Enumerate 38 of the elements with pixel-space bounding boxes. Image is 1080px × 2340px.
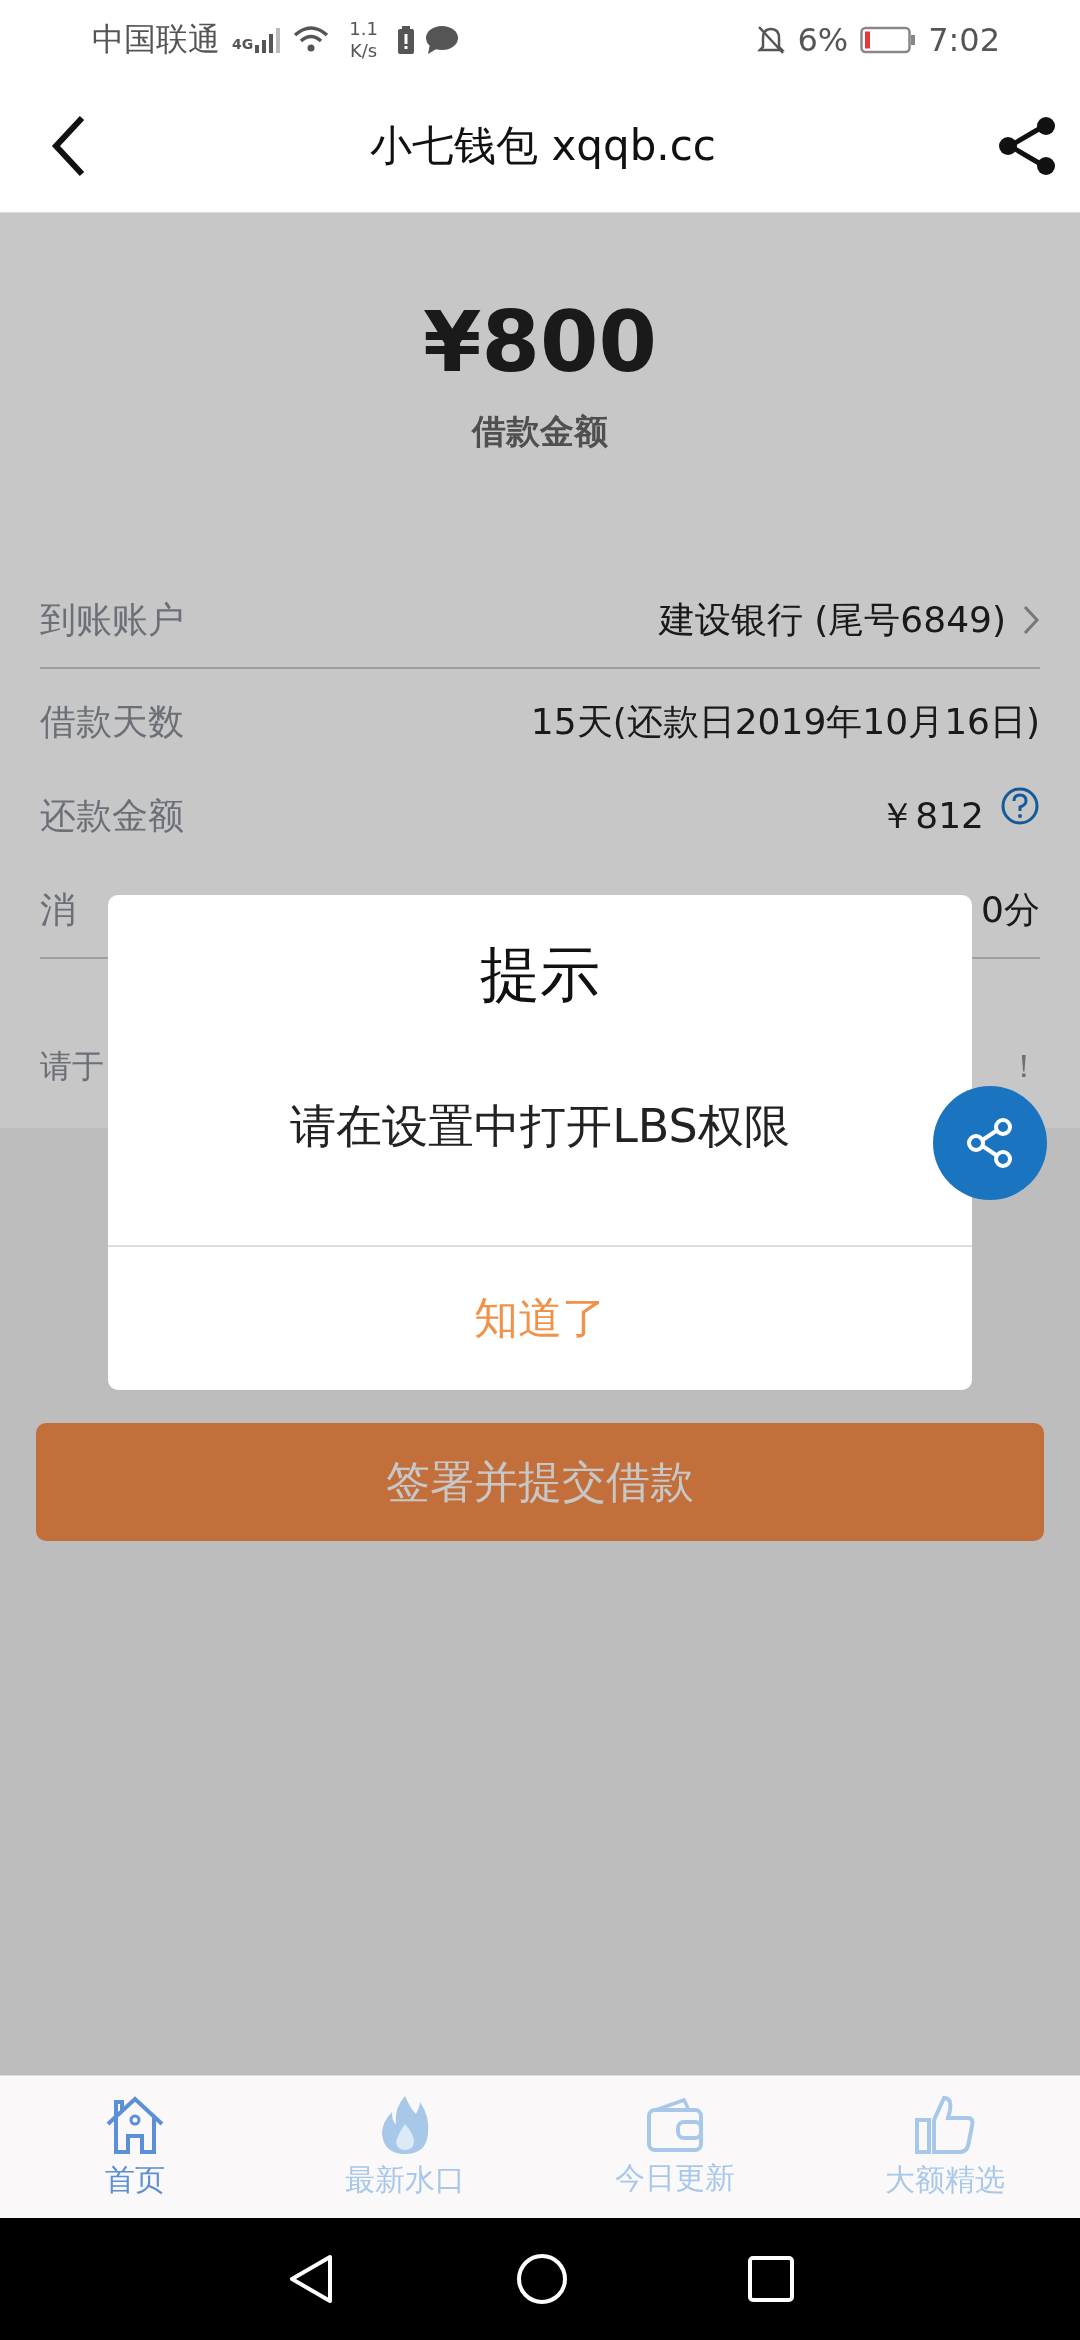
- notice-text: 请于: [40, 1046, 104, 1087]
- network-type: 4G: [232, 36, 254, 52]
- nav-tab[interactable]: 最新水口: [270, 2076, 540, 2218]
- row-value: 15天(还款日2019年10月16日): [530, 699, 1040, 744]
- page-title: 小七钱包 xqqb.cc: [370, 120, 716, 172]
- speed-unit: K/s: [349, 40, 378, 62]
- carrier-name: 中国联通: [92, 19, 220, 60]
- home-nav-icon[interactable]: [516, 2253, 568, 2305]
- speed-value: 1.1: [349, 18, 378, 40]
- row-label: 消: [40, 887, 76, 932]
- nav-tab[interactable]: 大额精选: [810, 2076, 1080, 2218]
- dialog-message: 请在设置中打开LBS权限: [290, 1098, 790, 1155]
- loan-amount-label: 借款金额: [472, 410, 608, 453]
- chevron-right-icon: [1022, 604, 1040, 636]
- nav-tab[interactable]: 今日更新: [540, 2076, 810, 2218]
- nav-tab[interactable]: 首页: [0, 2076, 270, 2218]
- row-value: 建设银行 (尾号6849): [658, 597, 1006, 642]
- dialog-title: 提示: [480, 938, 600, 1011]
- dialog-ok-button[interactable]: 知道了: [108, 1245, 972, 1390]
- help-icon[interactable]: [1000, 785, 1040, 826]
- signal-icon: [255, 27, 282, 53]
- loan-amount: ¥800: [423, 293, 657, 391]
- row-label: 还款金额: [40, 793, 184, 838]
- notice-text: ！: [1008, 1046, 1040, 1087]
- chat-bubble-icon: [425, 26, 458, 54]
- row-label: 到账账户: [40, 597, 184, 642]
- battery-icon: [860, 26, 917, 54]
- row-value: 0分: [981, 887, 1040, 932]
- row-label: 借款天数: [40, 699, 184, 744]
- clock-time: 7:02: [928, 21, 1000, 59]
- row-value: ￥812: [879, 793, 984, 838]
- battery-percent: 6%: [797, 21, 849, 59]
- bell-muted-icon: [757, 25, 786, 55]
- wallet-icon: [646, 2095, 704, 2154]
- submit-loan-button[interactable]: 签署并提交借款: [36, 1423, 1044, 1541]
- thumbs-up-icon: [914, 2093, 976, 2156]
- battery-alert-icon: [397, 26, 414, 54]
- recents-nav-icon[interactable]: [748, 2256, 794, 2302]
